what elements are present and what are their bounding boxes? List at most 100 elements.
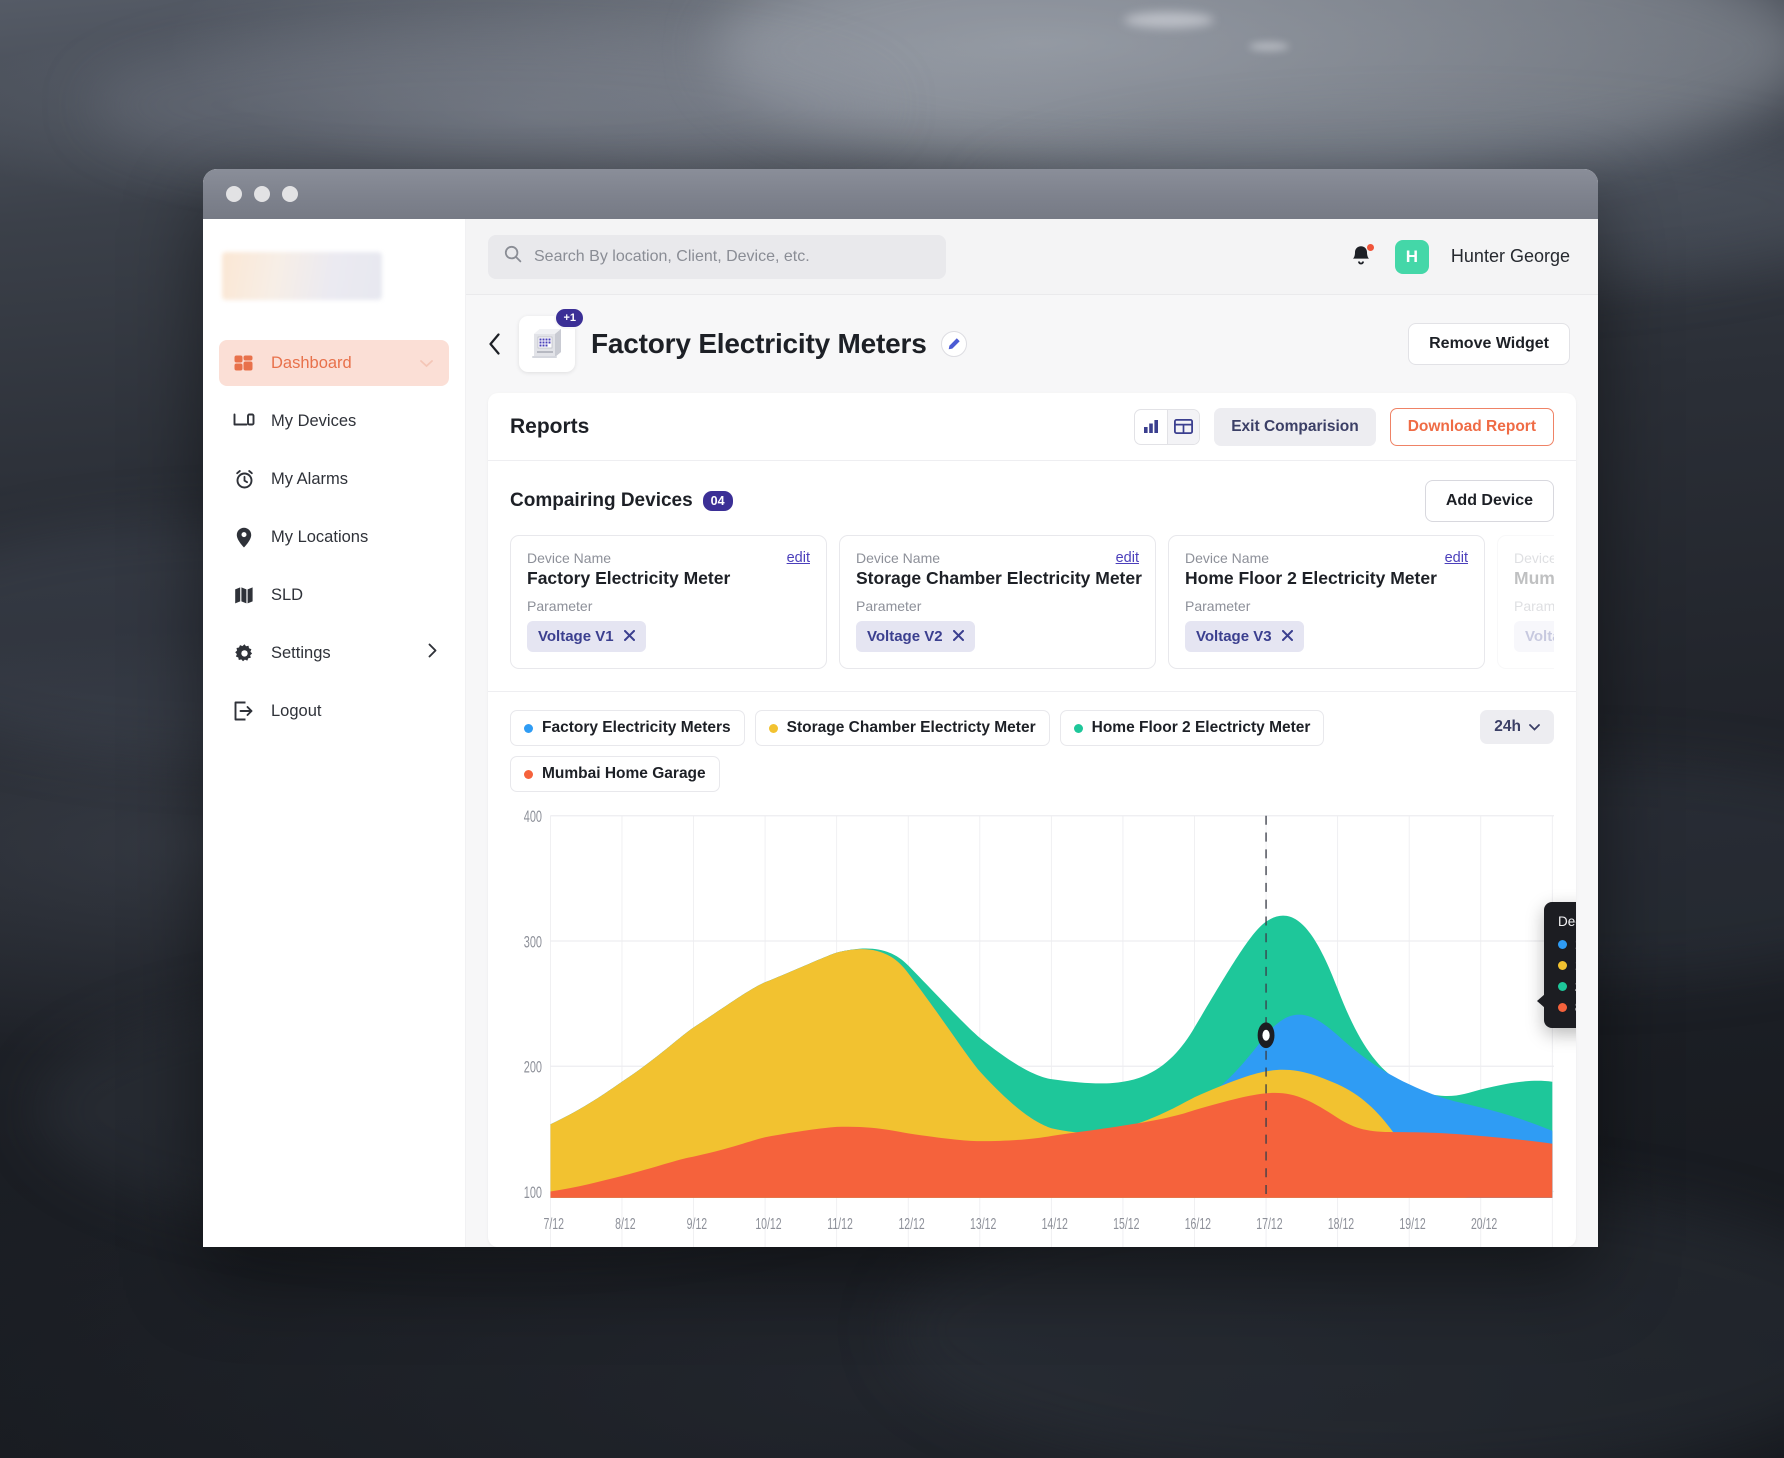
device-edit-link[interactable]: edit	[1445, 550, 1468, 566]
device-name-label: Device Name	[1514, 550, 1554, 566]
parameter-label: Parameter	[1185, 598, 1251, 614]
chevron-down-icon	[1529, 718, 1540, 736]
tooltip-color-dot	[1558, 960, 1567, 970]
chart-legend-row-2: Mumbai Home Garage	[510, 756, 1554, 792]
parameter-chip[interactable]: Voltage V1	[527, 621, 646, 652]
app-logo	[222, 252, 382, 300]
sidebar-item-label: My Locations	[271, 527, 369, 546]
comparing-devices-count: 04	[702, 491, 733, 511]
sidebar-item-sld[interactable]: SLD	[219, 572, 449, 618]
device-name-value: Storage Chamber Electricity Meter	[856, 568, 1142, 588]
notification-bell-button[interactable]	[1349, 242, 1375, 270]
chart-legend: Factory Electricity Meters Storage Chamb…	[510, 710, 1554, 746]
close-icon[interactable]	[1281, 628, 1293, 645]
parameter-label: Parameter	[856, 598, 922, 614]
download-report-button[interactable]: Download Report	[1389, 407, 1554, 446]
device-card[interactable]: Device Name edit Factory Electricity Met…	[510, 535, 827, 669]
search-box[interactable]	[488, 234, 946, 279]
legend-item[interactable]: Factory Electricity Meters	[510, 710, 745, 746]
reports-header: Reports Exit Comparision Download Report	[488, 393, 1576, 461]
tooltip-row: 157 Watts	[1558, 957, 1576, 973]
logout-icon	[233, 700, 255, 722]
bar-chart-icon[interactable]	[1135, 410, 1167, 444]
tooltip-color-dot	[1558, 981, 1567, 991]
svg-text:8/12: 8/12	[615, 1215, 635, 1233]
device-thumbnail[interactable]: +1	[519, 307, 585, 372]
sidebar-item-label: Settings	[271, 643, 331, 662]
device-card[interactable]: Device Name edit Storage Chamber Electri…	[839, 535, 1156, 669]
device-edit-link[interactable]: edit	[1116, 550, 1139, 566]
device-edit-link[interactable]: edit	[787, 550, 810, 566]
svg-text:20/12: 20/12	[1471, 1215, 1497, 1233]
search-icon	[504, 245, 522, 268]
legend-color-dot	[1073, 723, 1083, 733]
table-icon[interactable]	[1167, 409, 1200, 444]
location-pin-icon	[233, 526, 255, 548]
device-count-badge: +1	[554, 307, 585, 329]
gear-icon	[233, 642, 255, 664]
add-device-button[interactable]: Add Device	[1424, 480, 1554, 522]
parameter-label: Parameter	[1514, 598, 1554, 614]
close-icon[interactable]	[952, 628, 964, 645]
tooltip-color-dot	[1558, 1002, 1567, 1012]
device-card[interactable]: Device Name edit Mumbai Home Garage Para…	[1497, 535, 1554, 669]
legend-item[interactable]: Storage Chamber Electricty Meter	[754, 710, 1050, 746]
chart-tooltip: Dec 17, 2020 199 Watts 157 Watts	[1537, 902, 1576, 1028]
page-title: Factory Electricity Meters	[591, 328, 927, 359]
pencil-icon[interactable]	[940, 331, 967, 357]
sidebar-item-label: SLD	[271, 585, 304, 604]
legend-label: Factory Electricity Meters	[542, 719, 731, 736]
sidebar: Dashboard My Devices My Alarms My Locati…	[203, 219, 466, 1247]
sld-icon	[233, 584, 255, 606]
legend-item[interactable]: Mumbai Home Garage	[510, 756, 720, 792]
time-range-selector[interactable]: 24h	[1480, 710, 1554, 744]
parameter-chip[interactable]: Voltage V3	[1185, 621, 1304, 652]
chevron-down-icon	[420, 354, 433, 373]
parameter-chip[interactable]: Voltage V2	[856, 621, 975, 652]
svg-text:12/12: 12/12	[898, 1215, 924, 1233]
tooltip-row: 81 Watts	[1558, 999, 1576, 1015]
devices-icon	[233, 410, 255, 432]
tooltip-value: 157 Watts	[1575, 957, 1576, 973]
tooltip-value: 81 Watts	[1575, 999, 1576, 1015]
parameter-label: Parameter	[527, 598, 593, 614]
device-card-list: Device Name edit Factory Electricity Met…	[510, 535, 1554, 669]
avatar[interactable]: H	[1394, 239, 1429, 274]
sidebar-item-my-devices[interactable]: My Devices	[219, 398, 449, 444]
window-maximize-button[interactable]	[282, 186, 298, 202]
tooltip-row: 199 Watts	[1558, 936, 1576, 952]
tooltip-value: 221 Watts	[1575, 978, 1576, 994]
sidebar-item-logout[interactable]: Logout	[219, 688, 449, 734]
svg-text:9/12: 9/12	[687, 1215, 707, 1233]
svg-text:14/12: 14/12	[1042, 1215, 1068, 1233]
legend-label: Mumbai Home Garage	[542, 765, 706, 782]
exit-comparison-button[interactable]: Exit Comparision	[1214, 407, 1376, 446]
device-name-value: Factory Electricity Meter	[527, 568, 731, 588]
parameter-chip[interactable]: Voltage V4	[1514, 621, 1554, 652]
svg-text:100: 100	[524, 1184, 542, 1203]
sidebar-item-settings[interactable]: Settings	[219, 630, 449, 676]
search-input[interactable]	[534, 247, 930, 266]
close-icon[interactable]	[623, 628, 635, 645]
area-chart[interactable]: 400 300 200 100 7/12 8/12 9/12 10/12 11/…	[510, 808, 1576, 1247]
sidebar-item-my-alarms[interactable]: My Alarms	[219, 456, 449, 502]
device-name-label: Device Name	[527, 550, 612, 566]
sidebar-item-my-locations[interactable]: My Locations	[219, 514, 449, 560]
svg-text:18/12: 18/12	[1328, 1215, 1354, 1233]
legend-item[interactable]: Home Floor 2 Electricty Meter	[1059, 710, 1325, 746]
chart-section: Factory Electricity Meters Storage Chamb…	[488, 692, 1576, 1247]
reports-title: Reports	[510, 414, 590, 438]
alarm-icon	[233, 468, 255, 490]
svg-text:300: 300	[524, 933, 542, 952]
parameter-chip-label: Voltage V2	[867, 628, 943, 645]
device-card[interactable]: Device Name edit Home Floor 2 Electricit…	[1168, 535, 1485, 669]
window-close-button[interactable]	[226, 186, 242, 202]
window-minimize-button[interactable]	[254, 186, 270, 202]
chevron-left-icon[interactable]	[488, 333, 501, 355]
sidebar-item-dashboard[interactable]: Dashboard	[219, 340, 449, 386]
tooltip-row: 221 Watts	[1558, 978, 1576, 994]
remove-widget-button[interactable]: Remove Widget	[1408, 323, 1570, 365]
svg-text:10/12: 10/12	[755, 1215, 781, 1233]
parameter-chip-label: Voltage V4	[1525, 628, 1554, 645]
svg-text:17/12: 17/12	[1256, 1215, 1282, 1233]
